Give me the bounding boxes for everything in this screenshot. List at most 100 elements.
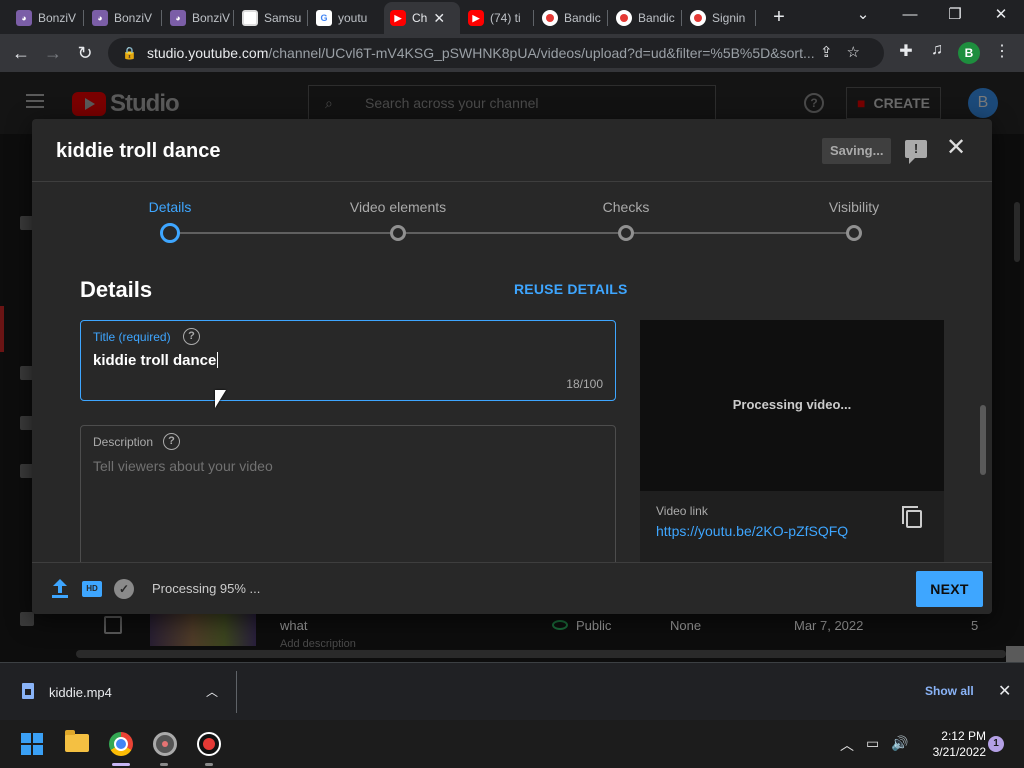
dialog-scrollbar[interactable] bbox=[980, 405, 986, 475]
browser-tab[interactable]: Bandic bbox=[536, 4, 608, 32]
dialog-footer: HD ✓ Processing 95% ... NEXT bbox=[32, 562, 992, 614]
tray-chevron-icon[interactable]: ︿ bbox=[840, 735, 854, 755]
chrome-icon[interactable] bbox=[109, 732, 133, 756]
close-icon[interactable]: ✕ bbox=[944, 136, 968, 160]
samsung-icon bbox=[242, 10, 258, 26]
copy-icon[interactable] bbox=[902, 506, 922, 528]
row-views: 5 bbox=[971, 618, 979, 633]
step-video-elements[interactable]: Video elements bbox=[318, 199, 478, 215]
new-tab-button[interactable]: + bbox=[768, 6, 790, 29]
windows-start-icon[interactable] bbox=[21, 733, 43, 755]
tab-search-icon[interactable]: ⌄ bbox=[843, 4, 883, 26]
forward-icon[interactable]: → bbox=[40, 40, 66, 66]
file-explorer-icon[interactable] bbox=[65, 730, 89, 752]
help-icon[interactable]: ? bbox=[163, 433, 180, 450]
youtube-icon: ▶ bbox=[468, 10, 484, 26]
description-field[interactable]: Description ? Tell viewers about your vi… bbox=[80, 425, 616, 562]
restore-button[interactable]: ❐ bbox=[935, 4, 975, 26]
browser-tab[interactable]: ◕ BonziV bbox=[86, 4, 162, 32]
row-checkbox[interactable] bbox=[104, 616, 122, 634]
row-title[interactable]: what bbox=[280, 618, 307, 633]
close-icon[interactable]: ✕ bbox=[998, 681, 1011, 701]
show-all-button[interactable]: Show all bbox=[925, 684, 974, 698]
step-visibility[interactable]: Visibility bbox=[774, 199, 934, 215]
hd-icon[interactable]: HD bbox=[82, 581, 102, 597]
bandicam-icon[interactable] bbox=[197, 732, 221, 756]
help-icon[interactable]: ? bbox=[183, 328, 200, 345]
create-button[interactable]: ■ CREATE bbox=[846, 87, 941, 119]
help-icon[interactable]: ? bbox=[804, 93, 824, 113]
chevron-up-icon[interactable]: ︿ bbox=[206, 683, 218, 700]
bonzi-icon: ◕ bbox=[92, 10, 108, 26]
tab-label: BonziV bbox=[38, 11, 77, 25]
step-visibility-dot[interactable] bbox=[846, 225, 862, 241]
browser-tab[interactable]: G youtu bbox=[310, 4, 382, 32]
running-app-indicator bbox=[160, 763, 168, 766]
title-input[interactable]: kiddie troll dance bbox=[93, 352, 219, 369]
next-button[interactable]: NEXT bbox=[916, 571, 983, 607]
reload-icon[interactable]: ↻ bbox=[72, 40, 98, 66]
feedback-icon[interactable]: ! bbox=[905, 140, 927, 164]
back-icon[interactable]: ← bbox=[8, 40, 34, 66]
youtube-logo-icon[interactable] bbox=[72, 92, 106, 116]
hamburger-menu-icon[interactable] bbox=[26, 94, 44, 108]
step-video-elements-dot[interactable] bbox=[390, 225, 406, 241]
description-placeholder[interactable]: Tell viewers about your video bbox=[93, 458, 273, 474]
page-vertical-scrollbar[interactable] bbox=[1014, 202, 1020, 262]
feedback-icon[interactable] bbox=[20, 612, 34, 626]
sidebar bbox=[0, 134, 34, 662]
browser-tab[interactable]: ◕ BonziV bbox=[164, 4, 234, 32]
close-tab-icon[interactable]: ✕ bbox=[433, 10, 445, 27]
saving-status-badge: Saving... bbox=[822, 138, 892, 164]
upload-icon[interactable] bbox=[52, 579, 68, 599]
media-player-icon[interactable] bbox=[153, 732, 177, 756]
url-path: /channel/UCvl6T-mV4KSG_pSWHNK8pUA/videos… bbox=[268, 45, 815, 61]
step-checks[interactable]: Checks bbox=[546, 199, 706, 215]
clock-date: 3/21/2022 bbox=[932, 745, 986, 759]
bonzi-icon: ◕ bbox=[170, 10, 186, 26]
processing-status-text: Processing 95% ... bbox=[152, 581, 261, 596]
tab-label: BonziV bbox=[192, 11, 231, 25]
browser-tab[interactable]: ▶ (74) ti bbox=[462, 4, 534, 32]
notification-badge[interactable]: 1 bbox=[988, 736, 1004, 752]
screen: ◕ BonziV ◕ BonziV ◕ BonziV Samsu G youtu… bbox=[0, 0, 1024, 768]
video-link-url[interactable]: https://youtu.be/2KO-pZfSQFQ bbox=[656, 523, 848, 539]
table-row[interactable]: what Add description Public None Mar 7, … bbox=[80, 610, 1010, 652]
browser-tab[interactable]: ◕ BonziV bbox=[10, 4, 84, 32]
minimize-button[interactable]: — bbox=[890, 4, 930, 26]
menu-icon[interactable]: ⋮ bbox=[989, 41, 1015, 61]
volume-icon[interactable]: 🔊 bbox=[891, 735, 908, 752]
close-window-button[interactable]: ✕ bbox=[981, 4, 1021, 26]
checks-icon[interactable]: ✓ bbox=[114, 579, 134, 599]
download-filename[interactable]: kiddie.mp4 bbox=[49, 685, 112, 700]
media-control-icon[interactable]: ♫ bbox=[924, 41, 950, 59]
browser-tab-active[interactable]: ▶ Ch ✕ bbox=[384, 2, 460, 34]
browser-tab[interactable]: Bandic bbox=[610, 4, 682, 32]
browser-tab[interactable]: Signin bbox=[684, 4, 756, 32]
account-avatar[interactable]: B bbox=[968, 88, 998, 118]
channel-search-input[interactable]: ⌕ Search across your channel bbox=[308, 85, 716, 121]
url-host: studio.youtube.com bbox=[146, 45, 269, 61]
browser-tab[interactable]: Samsu bbox=[236, 4, 308, 32]
step-details[interactable]: Details bbox=[90, 199, 250, 215]
upload-stepper: Details Video elements Checks Visibility bbox=[32, 182, 992, 257]
video-thumbnail[interactable] bbox=[150, 614, 256, 646]
share-and-bookmark-icons[interactable]: ⇪☆ bbox=[820, 43, 874, 61]
system-clock[interactable]: 2:12 PM 3/21/2022 bbox=[914, 728, 986, 760]
section-heading: Details bbox=[80, 277, 153, 302]
address-bar[interactable]: 🔒 studio.youtube.com/channel/UCvl6T-mV4K… bbox=[108, 38, 884, 68]
extensions-icon[interactable]: ✚ bbox=[893, 41, 919, 61]
title-field[interactable]: Title (required) ? kiddie troll dance 18… bbox=[80, 320, 616, 401]
dialog-title: kiddie troll dance bbox=[56, 140, 221, 162]
reuse-details-button[interactable]: REUSE DETAILS bbox=[514, 281, 628, 297]
row-visibility[interactable]: Public bbox=[576, 618, 611, 633]
bonzi-icon: ◕ bbox=[16, 10, 32, 26]
profile-avatar[interactable]: B bbox=[958, 42, 980, 64]
scroll-corner bbox=[1006, 646, 1024, 662]
step-details-dot[interactable] bbox=[160, 223, 180, 243]
step-checks-dot[interactable] bbox=[618, 225, 634, 241]
sidebar-active-indicator bbox=[0, 306, 4, 352]
network-icon[interactable]: ▭ bbox=[866, 735, 879, 752]
record-icon bbox=[542, 10, 558, 26]
horizontal-scrollbar[interactable] bbox=[76, 650, 1006, 658]
